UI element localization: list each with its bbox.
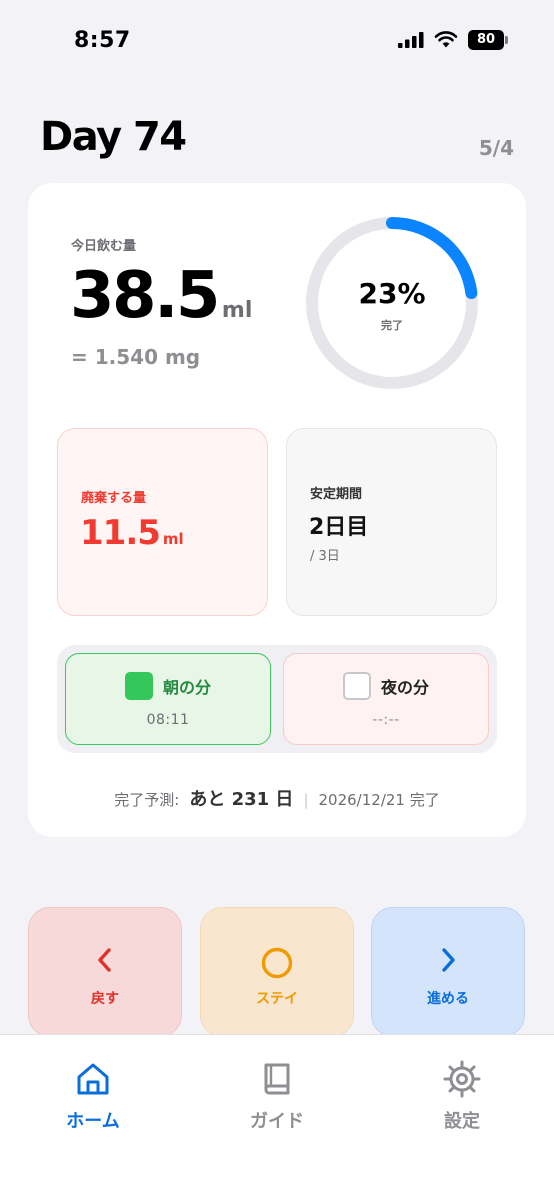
tab-settings-label: 設定 <box>444 1111 480 1132</box>
today-dose-unit: ml <box>221 298 253 323</box>
night-dose-time: --:-- <box>372 712 400 728</box>
checkbox-checked-icon <box>124 672 153 700</box>
stable-period-card: 安定期間 2日目 / 3日 <box>286 428 497 616</box>
forecast-remaining: あと 231 日 <box>189 789 294 810</box>
forecast-separator: | <box>303 791 309 809</box>
cellular-signal-icon <box>398 32 424 48</box>
today-dose-mg: = 1.540 mg <box>71 345 201 369</box>
daily-dose-card: 今日飲む量 38.5 ml = 1.540 mg 23% 完了 廃棄する量 11… <box>28 183 526 837</box>
morning-dose-time: 08:11 <box>146 712 190 728</box>
battery-icon: 80 <box>468 30 508 50</box>
today-dose-label: 今日飲む量 <box>71 239 137 254</box>
progress-ring: 23% 完了 <box>302 213 482 393</box>
advance-button[interactable]: 進める <box>371 907 525 1037</box>
tab-home-label: ホーム <box>66 1111 120 1132</box>
stable-period-total: / 3日 <box>310 549 340 564</box>
chevron-right-icon <box>442 948 455 972</box>
discard-value: 11.5 <box>80 513 161 553</box>
book-icon <box>264 1063 290 1095</box>
night-dose-label: 夜の分 <box>380 678 429 697</box>
gear-icon <box>443 1060 481 1098</box>
back-button-label: 戻す <box>91 991 119 1007</box>
back-button[interactable]: 戻す <box>28 907 182 1037</box>
chevron-left-icon <box>98 948 111 972</box>
page-title: Day 74 <box>40 114 187 160</box>
circle-icon <box>261 947 293 979</box>
dose-checklist: 朝の分 08:11 夜の分 --:-- <box>57 645 497 753</box>
morning-dose-button[interactable]: 朝の分 08:11 <box>65 653 271 745</box>
discard-amount: 11.5 ml <box>80 513 184 553</box>
night-dose-button[interactable]: 夜の分 --:-- <box>283 653 489 745</box>
stable-period-value: 2日目 <box>309 515 369 540</box>
discard-unit: ml <box>162 530 184 548</box>
tab-home[interactable]: ホーム <box>28 1059 158 1133</box>
tab-guide-label: ガイド <box>250 1111 304 1132</box>
discard-amount-card: 廃棄する量 11.5 ml <box>57 428 268 616</box>
wifi-icon <box>434 31 458 48</box>
day-counter: 5/4 <box>478 136 514 160</box>
battery-level: 80 <box>468 30 504 50</box>
tab-settings[interactable]: 設定 <box>397 1059 527 1133</box>
screen: 8:57 80 Day 74 5/4 今日飲む量 38.5 ml = 1.540… <box>0 0 554 1200</box>
completion-forecast: 完了予測: あと 231 日 | 2026/12/21 完了 <box>28 785 526 811</box>
status-time: 8:57 <box>74 28 131 53</box>
stable-period-label: 安定期間 <box>310 487 363 502</box>
stay-button[interactable]: ステイ <box>200 907 354 1037</box>
forecast-date: 2026/12/21 完了 <box>318 791 440 809</box>
forecast-label: 完了予測: <box>114 791 180 809</box>
advance-button-label: 進める <box>427 991 469 1007</box>
home-icon <box>77 1063 109 1095</box>
progress-caption: 完了 <box>381 319 403 332</box>
today-dose-value: 38.5 <box>70 259 220 333</box>
stay-button-label: ステイ <box>256 991 298 1007</box>
status-bar: 8:57 80 <box>0 0 554 80</box>
tab-guide[interactable]: ガイド <box>212 1059 342 1133</box>
morning-dose-label: 朝の分 <box>162 678 211 697</box>
status-icons: 80 <box>398 30 508 50</box>
today-dose-amount: 38.5 ml <box>70 259 252 333</box>
tab-bar: ホーム ガイド 設定 <box>0 1034 554 1200</box>
discard-label: 廃棄する量 <box>81 491 147 506</box>
progress-percent: 23% <box>358 277 426 310</box>
checkbox-unchecked-icon <box>342 672 371 700</box>
